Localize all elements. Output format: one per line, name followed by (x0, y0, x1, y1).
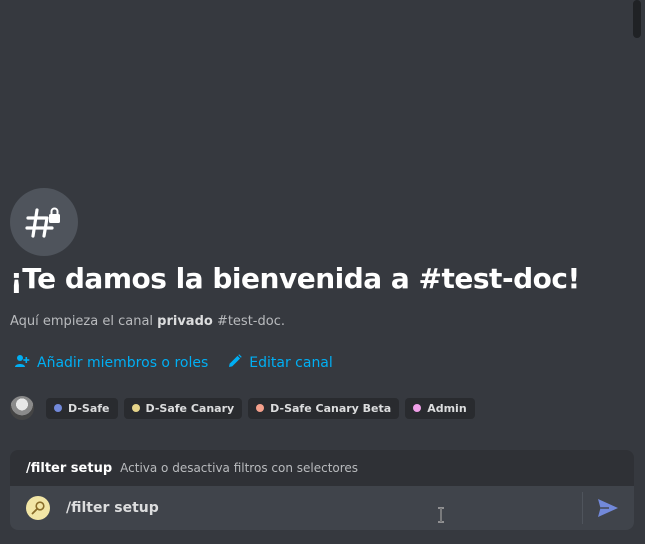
channel-actions: Añadir miembros o roles Editar canal (14, 353, 333, 373)
private-channel-icon (10, 188, 78, 256)
message-input[interactable]: /filter setup (66, 500, 159, 516)
role-label: D-Safe Canary Beta (270, 401, 392, 415)
welcome-title: ¡Te damos la bienvenida a #test-doc! (10, 262, 580, 295)
role-label: Admin (427, 401, 467, 415)
scrollbar[interactable] (633, 0, 641, 38)
send-button[interactable] (596, 497, 620, 519)
divider (582, 492, 583, 524)
pencil-icon (228, 354, 242, 372)
subtitle-channel: #test-doc. (212, 314, 285, 329)
command-app-icon (26, 496, 50, 520)
edit-channel-button[interactable]: Editar canal (228, 353, 333, 373)
role-color-dot (54, 404, 62, 412)
role-color-dot (413, 404, 422, 412)
role-pill-d-safe-canary[interactable]: D-Safe Canary (123, 397, 243, 419)
welcome-subtitle: Aquí empieza el canal privado #test-doc. (10, 314, 285, 329)
role-color-dot (256, 404, 265, 412)
role-label: D-Safe (68, 401, 110, 415)
edit-channel-label: Editar canal (249, 355, 333, 371)
role-color-dot (131, 404, 140, 412)
role-label: D-Safe Canary (145, 401, 235, 415)
role-pill-d-safe-canary-beta[interactable]: D-Safe Canary Beta (248, 397, 400, 419)
message-composer[interactable]: /filter setup (10, 486, 634, 530)
add-members-button[interactable]: Añadir miembros o roles (14, 353, 208, 373)
role-pill-admin[interactable]: Admin (405, 397, 475, 419)
autocomplete-command: /filter setup (26, 460, 113, 476)
command-autocomplete-item[interactable]: /filter setup Activa o desactiva filtros… (10, 450, 634, 486)
send-icon (598, 499, 618, 517)
avatar[interactable] (10, 396, 34, 420)
channel-members-row: D-Safe D-Safe Canary D-Safe Canary Beta … (10, 396, 475, 420)
add-members-label: Añadir miembros o roles (37, 355, 209, 371)
subtitle-private: privado (157, 314, 213, 329)
role-pill-d-safe[interactable]: D-Safe (46, 397, 118, 419)
text-cursor-icon (437, 507, 445, 523)
subtitle-text: Aquí empieza el canal (10, 314, 158, 329)
autocomplete-description: Activa o desactiva filtros con selectore… (120, 461, 359, 475)
add-member-icon (14, 353, 30, 373)
